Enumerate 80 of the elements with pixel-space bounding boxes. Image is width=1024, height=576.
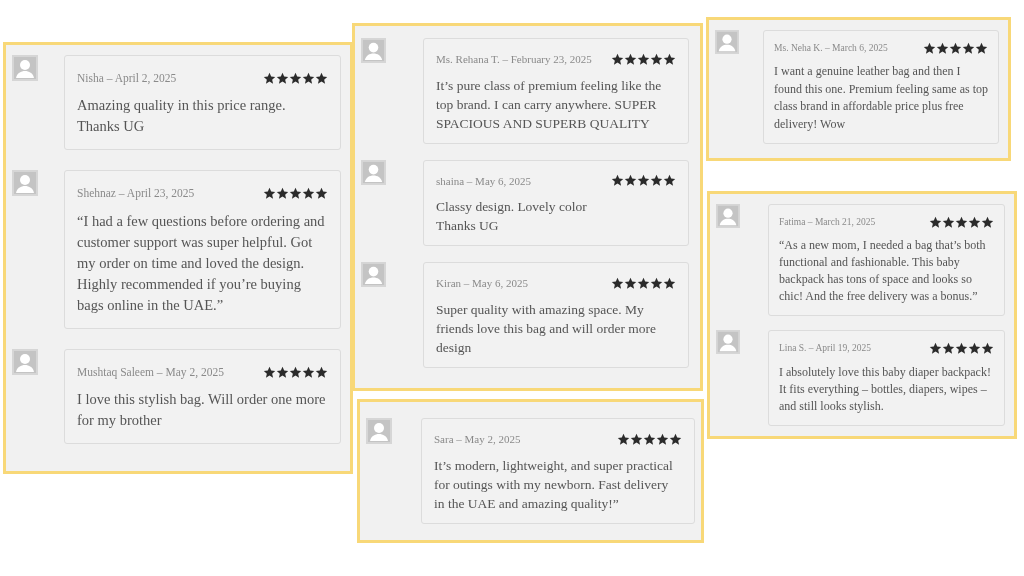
star-icon (981, 341, 994, 355)
star-icon (263, 365, 276, 379)
review-text: It’s pure class of premium feeling like the top brand. I can carry anywhere. SUPER SPACIOUS AND SUPERB QUALITY (436, 76, 663, 133)
star-icon (624, 52, 637, 66)
star-icon (637, 174, 650, 188)
review-text: It’s modern, lightweight, and super practical for outings with my newborn. Fast delivery in the UAE and amazing quality!” (434, 456, 674, 513)
star-icon (650, 52, 663, 66)
review-meta: Fatima – March 21, 2025 (779, 216, 876, 229)
star-icon (611, 276, 624, 290)
avatar-icon (12, 348, 38, 375)
star-icon (302, 72, 315, 86)
review-meta: Mushtaq Saleem – May 2, 2025 (77, 364, 224, 381)
review-text: “I had a few questions before ordering and customer support was super helpful. Got my order on time and loved the design. Highly recommended if you’re buying bags online in the UAE.” (77, 211, 326, 315)
star-icon (302, 365, 315, 379)
avatar-icon (12, 55, 38, 81)
star-icon (637, 276, 650, 290)
review-meta: Lina S. – April 19, 2025 (779, 342, 872, 356)
star-icon (611, 174, 624, 188)
star-icon (942, 341, 955, 355)
star-icon (315, 72, 328, 86)
star-icon (276, 72, 289, 86)
review-meta: shaina – May 6, 2025 (436, 173, 531, 189)
star-icon (923, 41, 936, 55)
star-icon (936, 41, 949, 55)
star-icon (624, 174, 637, 188)
review-meta: Ms. Rehana T. – February 23, 2025 (436, 52, 592, 67)
star-icon (650, 174, 663, 188)
star-icon (643, 432, 656, 446)
review-text: I want a genuine leather bag and then I found this one. Premium feeling same as top class brand in affordable price plus free delivery! Wow (774, 63, 988, 133)
review-meta: Ms. Neha K. – March 6, 2025 (774, 42, 888, 55)
avatar-icon (361, 38, 386, 63)
review-meta: Nisha – April 2, 2025 (77, 71, 177, 87)
star-icon (656, 432, 669, 446)
star-icon (302, 187, 315, 201)
star-icon (611, 52, 624, 66)
avatar-icon (366, 418, 392, 444)
star-icon (650, 276, 663, 290)
review-text: Classy design. Lovely color Thanks UG (436, 198, 588, 235)
review-text: Amazing quality in this price range. Thanks UG (77, 96, 287, 137)
star-icon (289, 365, 302, 379)
avatar-icon (715, 30, 739, 54)
star-icon (942, 215, 955, 229)
star-icon (669, 432, 682, 446)
star-icon (617, 432, 630, 446)
star-icon (276, 187, 289, 201)
review-text: “As a new mom, I needed a bag that’s both functional and fashionable. This baby backpack has tons of space and looks so chic! And the free delivery was a bonus.” (779, 237, 987, 306)
review-meta: Shehnaz – April 23, 2025 (77, 186, 195, 202)
star-icon (663, 276, 676, 290)
avatar-icon (361, 262, 386, 287)
star-icon (955, 215, 968, 229)
star-icon (289, 187, 302, 201)
star-icon (630, 432, 643, 446)
star-icon (929, 341, 942, 355)
review-text: Super quality with amazing space. My friends love this bag and will order more design (436, 300, 658, 357)
star-icon (955, 341, 968, 355)
avatar-icon (12, 170, 38, 197)
star-icon (949, 41, 962, 55)
star-icon (663, 174, 676, 188)
star-icon (962, 41, 975, 55)
star-icon (624, 276, 637, 290)
star-icon (315, 365, 328, 379)
star-icon (315, 187, 328, 201)
avatar-icon (716, 330, 740, 355)
star-icon (276, 365, 289, 379)
star-icon (663, 52, 676, 66)
avatar-icon (361, 159, 386, 185)
review-meta: Sara – May 2, 2025 (434, 432, 521, 447)
star-icon (637, 52, 650, 66)
star-icon (929, 215, 942, 229)
review-meta: Kiran – May 6, 2025 (436, 276, 528, 291)
star-icon (263, 72, 276, 86)
star-icon (968, 215, 981, 229)
review-text: I absolutely love this baby diaper backpack! It fits everything – bottles, diapers, wipes – and still looks stylish. (779, 363, 992, 415)
star-icon (975, 41, 988, 55)
review-text: I love this stylish bag. Will order one more for my brother (77, 389, 327, 430)
star-icon (263, 187, 276, 201)
avatar-icon (716, 204, 740, 228)
star-icon (968, 341, 981, 355)
star-icon (981, 215, 994, 229)
star-icon (289, 72, 302, 86)
